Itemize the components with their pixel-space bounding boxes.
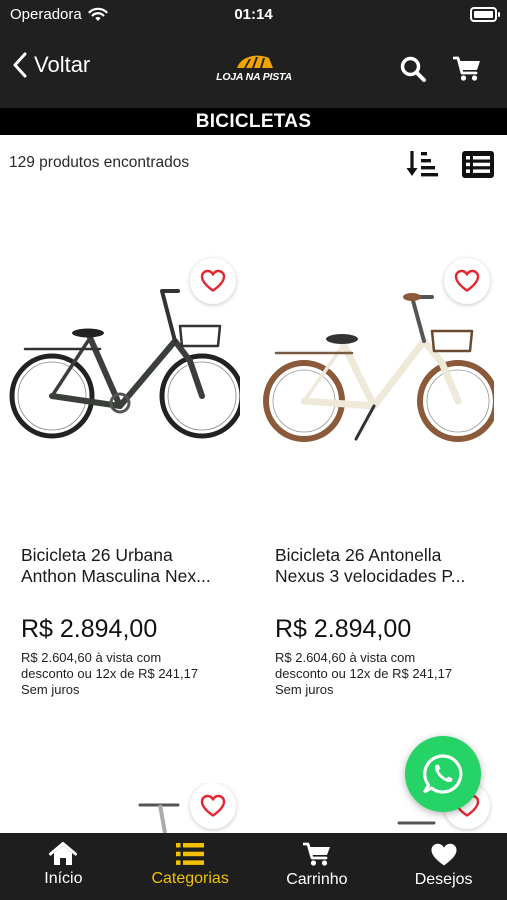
favorite-button[interactable] bbox=[444, 258, 490, 304]
nav-item-inicio[interactable]: Início bbox=[0, 833, 127, 900]
nav-item-desejos[interactable]: Desejos bbox=[380, 833, 507, 900]
product-name[interactable]: Bicicleta 26 Urbana Anthon Masculina Nex… bbox=[21, 545, 236, 587]
back-label: Voltar bbox=[34, 52, 91, 77]
product-name-line: Nexus 3 velocidades P... bbox=[275, 566, 466, 586]
nav-label: Desejos bbox=[414, 871, 473, 888]
whatsapp-button[interactable] bbox=[405, 736, 481, 812]
installments-line: Sem juros bbox=[275, 682, 334, 697]
app-header: Voltar LOJA NA PISTA bbox=[0, 30, 507, 108]
product-name-line: Bicicleta 26 Urbana bbox=[21, 545, 173, 565]
search-icon bbox=[400, 56, 426, 82]
heart-icon bbox=[200, 794, 226, 817]
sort-icon bbox=[406, 151, 438, 177]
cart-button[interactable] bbox=[452, 54, 482, 84]
store-logo: LOJA NA PISTA bbox=[211, 50, 297, 90]
installments-line: desconto ou 12x de R$ 241,17 bbox=[275, 666, 453, 681]
status-bar: Operadora 01:14 bbox=[0, 0, 507, 30]
product-name[interactable]: Bicicleta 26 Antonella Nexus 3 velocidad… bbox=[275, 545, 490, 587]
status-time: 01:14 bbox=[234, 6, 273, 23]
category-title: BICICLETAS bbox=[0, 108, 507, 135]
search-button[interactable] bbox=[398, 54, 428, 84]
list-view-button[interactable] bbox=[462, 151, 494, 178]
product-name-line: Bicicleta 26 Antonella bbox=[275, 545, 442, 565]
product-image[interactable] bbox=[254, 191, 499, 491]
product-name-line: Anthon Masculina Nex... bbox=[21, 566, 211, 586]
chevron-left-icon bbox=[13, 52, 27, 78]
bottom-navigation: Início Categorias Carrinho Desejos bbox=[0, 833, 507, 900]
back-button[interactable]: Voltar bbox=[12, 52, 90, 78]
nav-label: Início bbox=[44, 870, 83, 887]
product-price: R$ 2.894,00 bbox=[275, 615, 412, 643]
installments-line: desconto ou 12x de R$ 241,17 bbox=[21, 666, 199, 681]
cart-icon bbox=[302, 842, 330, 866]
results-count: 129 produtos encontrados bbox=[9, 154, 190, 171]
battery-icon bbox=[470, 7, 500, 22]
product-price: R$ 2.894,00 bbox=[21, 615, 158, 643]
sort-button[interactable] bbox=[405, 149, 439, 179]
installments-line: R$ 2.604,60 à vista com bbox=[275, 650, 416, 665]
results-toolbar: 129 produtos encontrados bbox=[0, 135, 507, 191]
heart-icon bbox=[200, 269, 226, 292]
product-image[interactable] bbox=[0, 191, 245, 491]
list-view-icon bbox=[462, 151, 494, 178]
product-card-partial[interactable] bbox=[0, 783, 240, 833]
nav-item-carrinho[interactable]: Carrinho bbox=[254, 833, 381, 900]
bicycle-image-icon bbox=[9, 289, 245, 439]
installments-line: R$ 2.604,60 à vista com bbox=[21, 650, 162, 665]
favorite-button[interactable] bbox=[190, 258, 236, 304]
cart-icon bbox=[453, 56, 480, 81]
favorite-button[interactable] bbox=[190, 783, 236, 829]
home-icon bbox=[49, 842, 78, 865]
heart-icon bbox=[454, 269, 480, 292]
nav-label: Categorias bbox=[151, 870, 229, 887]
product-installments: R$ 2.604,60 à vista com desconto ou 12x … bbox=[275, 650, 495, 698]
whatsapp-icon bbox=[423, 754, 463, 794]
installments-line: Sem juros bbox=[21, 682, 80, 697]
product-installments: R$ 2.604,60 à vista com desconto ou 12x … bbox=[21, 650, 241, 698]
bicycle-image-icon bbox=[263, 293, 499, 442]
heart-icon bbox=[431, 843, 457, 866]
list-icon bbox=[176, 843, 205, 865]
nav-label: Carrinho bbox=[286, 871, 348, 888]
logo-text: LOJA NA PISTA bbox=[216, 71, 292, 83]
logo-emblem-icon bbox=[237, 55, 273, 68]
nav-item-categorias[interactable]: Categorias bbox=[127, 833, 254, 900]
